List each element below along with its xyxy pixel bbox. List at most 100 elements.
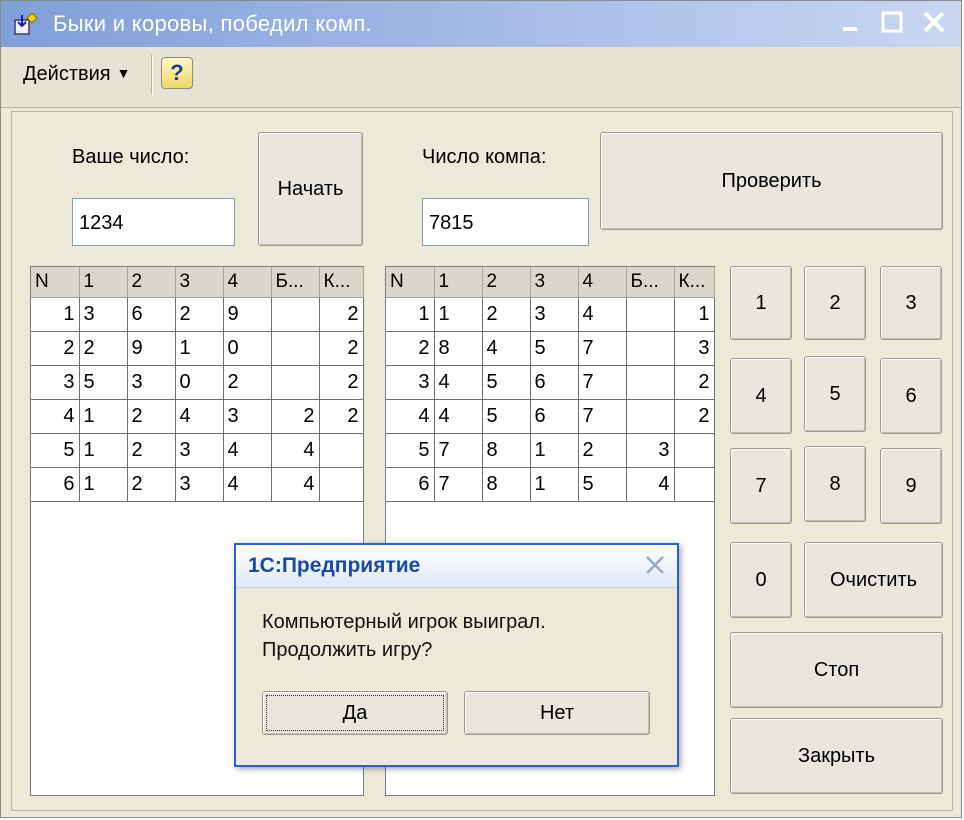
maximize-icon[interactable]	[877, 7, 907, 37]
column-header[interactable]: К...	[674, 267, 715, 298]
table-cell: 1	[530, 467, 579, 502]
digit-button-9[interactable]: 9	[880, 448, 942, 524]
start-button[interactable]: Начать	[258, 132, 363, 246]
stop-button[interactable]: Стоп	[730, 632, 943, 708]
table-row[interactable]: 445672	[386, 399, 715, 434]
table-cell: 6	[386, 467, 435, 502]
column-header[interactable]: 1	[79, 267, 128, 298]
digit-button-0[interactable]: 0	[730, 542, 792, 618]
table-cell: 7	[434, 433, 483, 468]
table-row[interactable]: 512344	[31, 433, 364, 468]
table-cell: 1	[674, 297, 715, 332]
column-header[interactable]: Б...	[271, 267, 320, 298]
table-cell: 2	[223, 365, 272, 400]
table-cell: 1	[530, 433, 579, 468]
table-row[interactable]: 28457 3	[386, 331, 715, 366]
table-cell	[271, 365, 320, 400]
digit-button-8[interactable]: 8	[804, 446, 866, 522]
column-header[interactable]: Б...	[626, 267, 675, 298]
digit-button-1[interactable]: 1	[730, 266, 792, 340]
table-row[interactable]: 578123	[386, 433, 715, 468]
table-row[interactable]: 4124322	[31, 399, 364, 434]
actions-menu-label: Действия	[23, 63, 111, 85]
table-row[interactable]: 34567 2	[386, 365, 715, 400]
table-row[interactable]: 612344	[31, 467, 364, 502]
digit-button-6[interactable]: 6	[880, 358, 942, 434]
table-cell: 1	[434, 297, 483, 332]
title-bar[interactable]: Быки и коровы, победил комп.	[1, 1, 961, 47]
yes-button[interactable]: Да	[262, 691, 448, 735]
table-cell: 4	[271, 467, 320, 502]
digit-button-2[interactable]: 2	[804, 266, 866, 340]
computer-number-field[interactable]: 7815	[422, 198, 589, 246]
table-cell: 2	[79, 331, 128, 366]
table-cell	[674, 467, 715, 502]
table-row[interactable]: 353022	[31, 365, 364, 400]
table-row[interactable]: 678154	[386, 467, 715, 502]
column-header[interactable]: 4	[578, 267, 627, 298]
table-cell: 8	[482, 433, 531, 468]
table-cell: 3	[626, 433, 675, 468]
table-cell: 1	[79, 399, 128, 434]
table-cell: 2	[674, 365, 715, 400]
digit-button-5[interactable]: 5	[804, 356, 866, 432]
player-number-label: Ваше число:	[72, 146, 190, 168]
table-cell: 2	[31, 331, 80, 366]
table-cell	[626, 365, 675, 400]
help-button[interactable]: ?	[161, 57, 193, 89]
column-header[interactable]: К...	[319, 267, 364, 298]
dialog-title-bar[interactable]: 1С:Предприятие	[236, 545, 677, 588]
dialog-close-icon[interactable]	[643, 553, 667, 577]
table-cell: 7	[578, 399, 627, 434]
column-header[interactable]: 4	[223, 267, 272, 298]
close-icon[interactable]	[919, 7, 949, 37]
player-number-field[interactable]: 1234	[72, 198, 235, 246]
column-header[interactable]: N	[31, 267, 80, 298]
table-cell: 2	[386, 331, 435, 366]
table-cell: 4	[434, 365, 483, 400]
minimize-icon[interactable]	[837, 7, 867, 37]
column-header[interactable]: 1	[434, 267, 483, 298]
table-cell: 2	[319, 297, 364, 332]
table-cell: 4	[626, 467, 675, 502]
table-cell: 2	[319, 331, 364, 366]
table-cell: 6	[530, 365, 579, 400]
table-cell: 0	[175, 365, 224, 400]
chevron-down-icon: ▼	[116, 65, 131, 81]
no-button[interactable]: Нет	[464, 691, 650, 735]
table-cell: 3	[79, 297, 128, 332]
check-button[interactable]: Проверить	[600, 132, 943, 230]
table-row[interactable]: 229102	[31, 331, 364, 366]
column-header[interactable]: 3	[175, 267, 224, 298]
digit-button-4[interactable]: 4	[730, 358, 792, 434]
table-cell: 3	[31, 365, 80, 400]
table-cell: 0	[223, 331, 272, 366]
column-header[interactable]: N	[386, 267, 435, 298]
digit-button-3[interactable]: 3	[880, 266, 942, 340]
clear-button[interactable]: Очистить	[804, 542, 943, 618]
table-cell: 1	[79, 433, 128, 468]
table-cell: 8	[482, 467, 531, 502]
table-cell	[626, 399, 675, 434]
table-cell: 7	[434, 467, 483, 502]
computer-number-label: Число компа:	[422, 146, 547, 168]
table-cell: 1	[386, 297, 435, 332]
column-header[interactable]: 3	[530, 267, 579, 298]
digit-button-7[interactable]: 7	[730, 448, 792, 524]
close-button[interactable]: Закрыть	[730, 718, 943, 794]
column-header[interactable]: 2	[127, 267, 176, 298]
table-row[interactable]: 112341	[386, 297, 715, 332]
dialog-message-line-2: Продолжить игру?	[262, 639, 433, 661]
table-cell: 9	[223, 297, 272, 332]
table-cell: 5	[31, 433, 80, 468]
column-header[interactable]: 2	[482, 267, 531, 298]
actions-menu[interactable]: Действия ▼	[11, 57, 143, 89]
table-cell: 7	[578, 365, 627, 400]
message-dialog: 1С:Предприятие Компьютерный игрок выигра…	[234, 543, 679, 767]
table-cell	[626, 331, 675, 366]
table-cell: 5	[482, 365, 531, 400]
table-cell	[319, 467, 364, 502]
table-row[interactable]: 136292	[31, 297, 364, 332]
table-cell: 9	[127, 331, 176, 366]
toolbar: Действия ▼ ?	[1, 47, 961, 108]
